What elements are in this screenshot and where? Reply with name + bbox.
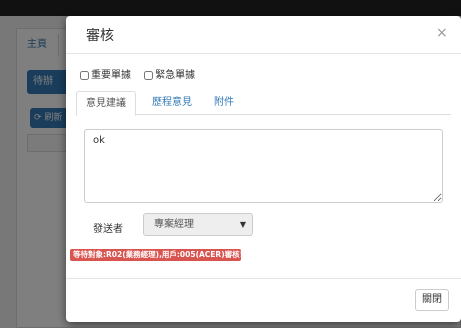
urgent-checkbox-input[interactable] [144,70,154,80]
modal-footer [66,278,461,322]
sender-label: 發送者 [93,224,123,235]
important-checkbox[interactable]: 重要單據 [80,66,131,81]
important-checkbox-label: 重要單據 [91,70,131,81]
modal-tabs: 意見建議 歷程意見 附件 [76,91,451,116]
important-checkbox-input[interactable] [80,70,89,80]
flag-checkboxes: 重要單據 緊急單據 [80,66,205,81]
close-button[interactable]: 關閉 [415,289,449,311]
review-modal: 審核 × 重要單據 緊急單據 意見建議 歷程意見 附件 ok 發送者 專案經理 … [66,16,461,322]
urgent-checkbox-label: 緊急單據 [155,70,196,81]
waiting-alert: 等待對象:R02(業務經理),用戶:005(ACER)審核! [70,249,241,261]
tab-attachment[interactable]: 附件 [206,91,242,115]
modal-header: 審核 × [66,16,461,54]
caret-down-icon: ▼ [239,220,246,229]
tab-history[interactable]: 歷程意見 [142,91,202,115]
sender-select[interactable]: 專案經理 ▼ [143,213,253,236]
comment-textarea[interactable]: ok [84,129,443,203]
tab-opinion[interactable]: 意見建議 [76,91,136,116]
urgent-checkbox[interactable]: 緊急單據 [144,66,195,81]
close-icon[interactable]: × [436,25,448,41]
sender-select-value: 專案經理 [154,219,194,230]
modal-title: 審核 [86,28,114,44]
